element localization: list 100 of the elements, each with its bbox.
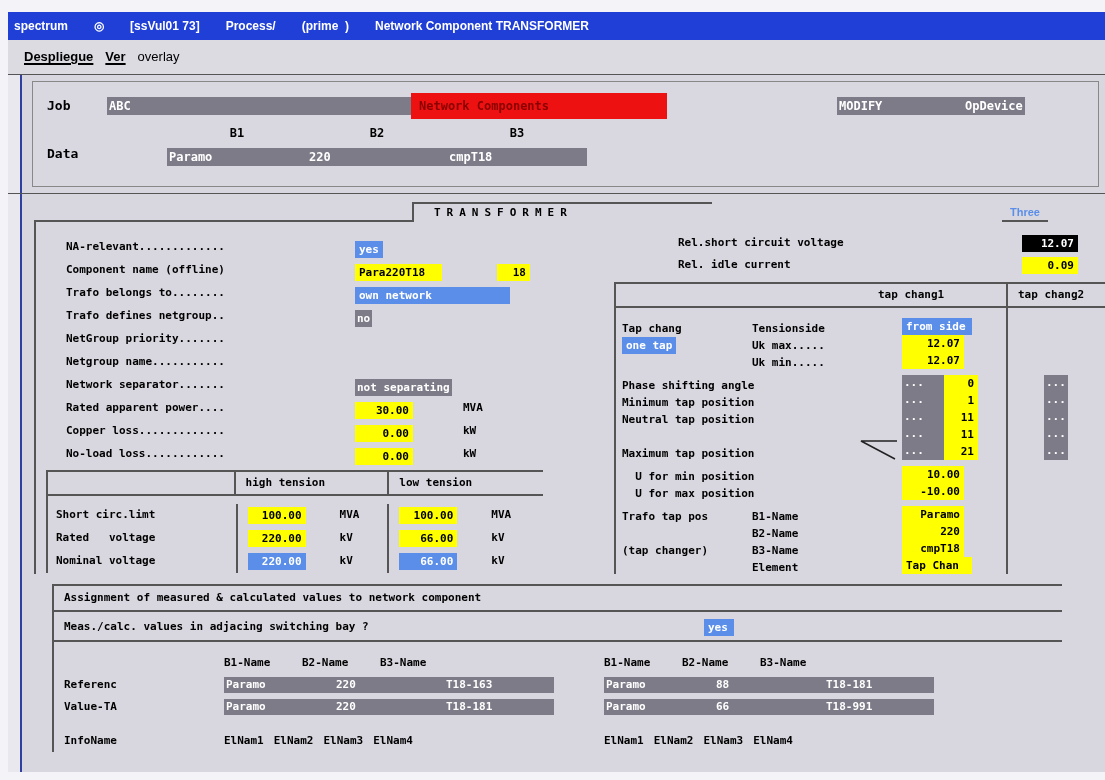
value-field[interactable]: 1 <box>944 392 978 409</box>
field-label: ElNam1 <box>224 732 264 749</box>
field-label: B3-Name <box>380 654 428 671</box>
field-label: NA-relevant............. <box>66 239 226 256</box>
field-label: ... <box>1044 409 1068 426</box>
field-label: Short circ.limt <box>55 507 157 524</box>
field-label: ... <box>902 443 944 460</box>
value-text: T18-181 <box>444 698 554 716</box>
field-label: B1-Name <box>224 654 272 671</box>
field-label: Network separator....... <box>66 377 226 394</box>
field-label: ElNam2 <box>653 732 694 749</box>
field-label: Uk min..... <box>752 355 825 369</box>
field-label: kV <box>339 553 353 570</box>
field-label: Nominal voltage <box>55 553 157 570</box>
field-label: B1-Name <box>604 654 652 671</box>
banner: Network Components <box>411 93 667 119</box>
value-field[interactable]: 100.00 <box>399 507 458 524</box>
window-title: spectrum <box>14 18 69 35</box>
value-text: 88 <box>714 676 824 694</box>
device-text: OpDevice <box>963 97 1025 115</box>
value-field[interactable]: Paramo <box>902 506 964 523</box>
value-field[interactable]: 11 <box>944 409 978 426</box>
field-label: Phase shifting angle <box>622 378 755 392</box>
value-field[interactable]: 100.00 <box>247 507 306 524</box>
field-label: B2-Name <box>302 654 350 671</box>
field-label: B2-Name <box>752 526 799 540</box>
field-label: Neutral tap position <box>622 412 755 426</box>
field-label: ElNam1 <box>604 732 644 749</box>
window-title: [ssVul01 73] <box>130 18 200 35</box>
scrollbar[interactable] <box>8 194 22 772</box>
field-label: Rated apparent power.... <box>66 400 226 417</box>
field-label: No-load loss............ <box>66 446 226 463</box>
field-label: Trafo defines netgroup.. <box>66 308 226 325</box>
field-label: Trafo tap pos <box>622 509 709 523</box>
field-label: Element <box>752 560 799 574</box>
value-field[interactable]: -10.00 <box>902 483 964 500</box>
value-field[interactable]: 12.07 <box>902 335 964 352</box>
value-field[interactable]: 66.00 <box>399 530 458 547</box>
field-label: InfoName <box>64 733 118 749</box>
value-field[interactable]: 30.00 <box>355 401 413 419</box>
field-label: kW <box>463 423 477 440</box>
scrollbar[interactable] <box>8 75 22 193</box>
field-label: ... <box>902 392 944 409</box>
field-label: ElNam3 <box>323 732 364 749</box>
field-label: ElNam3 <box>703 732 744 749</box>
value-field[interactable]: 0.09 <box>1022 256 1078 274</box>
mode-text: MODIFY <box>837 97 963 115</box>
field-label: Job <box>47 97 72 116</box>
field-label: high tension <box>245 474 326 491</box>
value-text: 220 <box>334 676 444 694</box>
field-label: kV <box>491 553 505 570</box>
field-label: Netgroup name........... <box>66 354 226 371</box>
field-label: U for min position <box>634 469 755 483</box>
value-field[interactable]: 18 <box>497 263 530 281</box>
window-title: Network Component TRANSFORMER <box>375 18 589 35</box>
window-title: ◎ <box>94 18 105 35</box>
window-title: Process/ <box>225 18 276 35</box>
field-label: Component name (offline) <box>66 262 226 279</box>
value-field[interactable]: 11 <box>944 426 978 443</box>
field-label: ElNam4 <box>753 732 793 749</box>
value-text: Paramo <box>224 676 334 694</box>
field-label: ... <box>1044 426 1068 443</box>
field-label: B1-Name <box>752 509 799 523</box>
data-value: cmpT18 <box>447 148 587 166</box>
value-field[interactable]: Para220T18 <box>355 263 442 281</box>
section-tab[interactable]: TRANSFORMER <box>412 202 712 222</box>
field-label: tap chang1 <box>878 286 945 303</box>
field-label: Maximum tap position <box>622 446 755 460</box>
value-field[interactable]: 21 <box>944 443 978 460</box>
value-field[interactable]: 220 <box>902 523 964 540</box>
value-text: no <box>355 309 373 327</box>
field-label: tap chang2 <box>1018 286 1085 303</box>
menu-item[interactable]: overlay <box>137 47 180 67</box>
value-field[interactable]: 0 <box>944 375 978 392</box>
value-field[interactable]: cmpT18 <box>902 540 964 557</box>
field-label: ElNam2 <box>273 732 314 749</box>
field-label: B3-Name <box>752 543 799 557</box>
field-label: Minimum tap position <box>622 395 755 409</box>
value-text: T18-991 <box>824 698 934 716</box>
job-value: ABC <box>107 97 411 115</box>
value-field[interactable]: 10.00 <box>902 466 964 483</box>
window-title: (prime ) <box>301 18 349 35</box>
menu-item[interactable]: Despliegue <box>24 47 94 67</box>
field-label: Copper loss............. <box>66 423 226 440</box>
menu-item[interactable]: Ver <box>105 47 126 67</box>
value-field[interactable]: 220.00 <box>247 530 306 547</box>
value-field[interactable]: 0.00 <box>355 447 413 465</box>
field-label: Rated voltage <box>55 530 157 547</box>
value-field[interactable]: 0.00 <box>355 424 413 442</box>
field-label: Tensionside <box>752 321 825 335</box>
field-label: kV <box>339 530 353 547</box>
column-heading: B3 <box>509 125 525 142</box>
value-field[interactable]: 12.07 <box>1022 234 1078 252</box>
value-field[interactable]: 12.07 <box>902 352 964 369</box>
field-label: kV <box>491 530 505 547</box>
value-text: 66 <box>714 698 824 716</box>
field-label: kW <box>463 446 477 463</box>
data-value: 220 <box>307 148 447 166</box>
field-label: ElNam4 <box>373 732 413 749</box>
value-field[interactable]: Tap Chan <box>902 557 972 574</box>
